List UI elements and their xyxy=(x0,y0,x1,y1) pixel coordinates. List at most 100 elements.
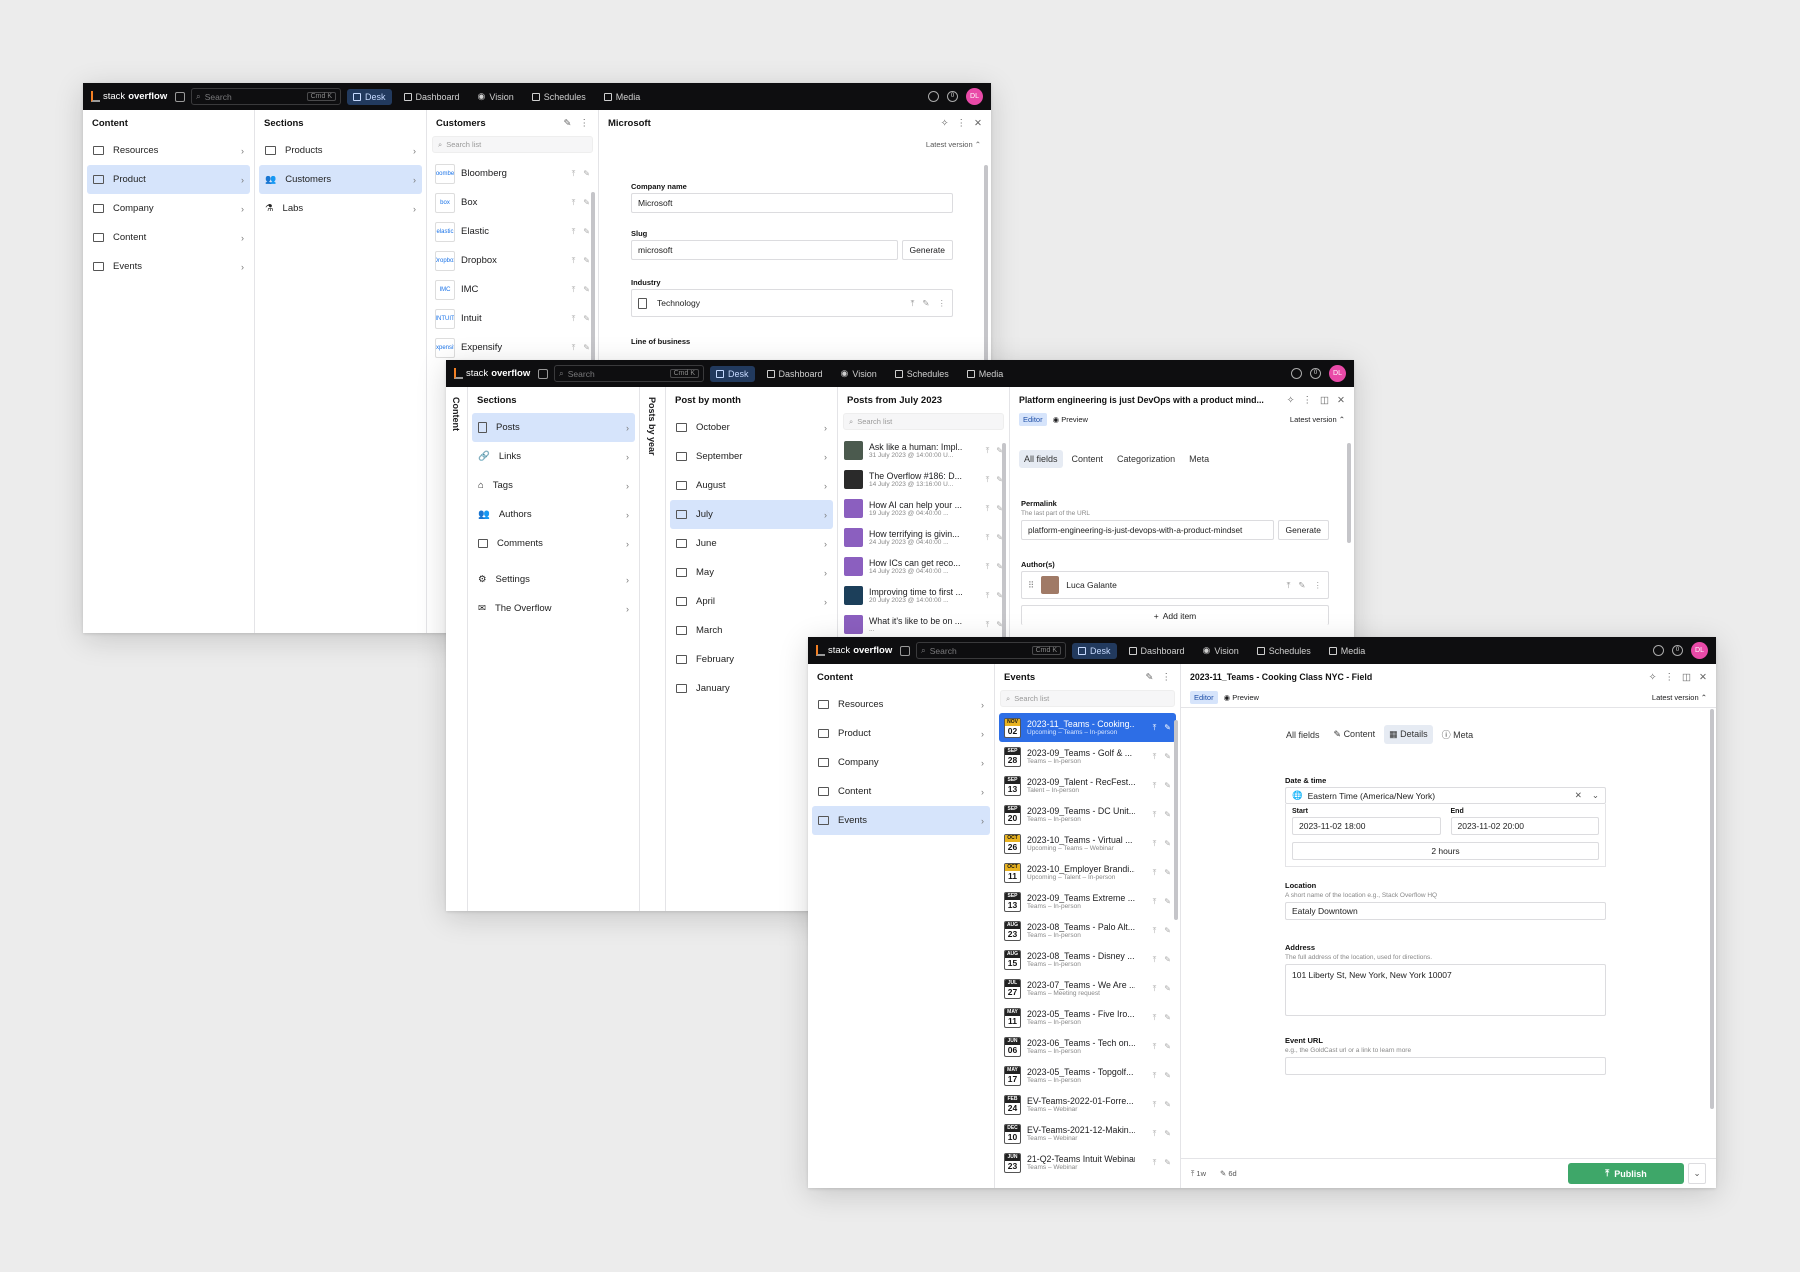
add-item-button[interactable]: + Add item xyxy=(1021,605,1329,625)
month-item[interactable]: August › xyxy=(670,471,833,500)
post-item[interactable]: How ICs can get reco... 14 July 2023 @ 04… xyxy=(838,552,1009,581)
nav-schedules[interactable]: Schedules xyxy=(526,89,592,105)
scrollbar[interactable] xyxy=(1347,443,1351,543)
tab-meta[interactable]: ⓘ Meta xyxy=(1437,724,1479,745)
event-item[interactable]: SEP 13 2023-09_Talent - RecFest... Talent –… xyxy=(999,771,1176,800)
post-item[interactable]: How AI can help your ... 19 July 2023 @ 0… xyxy=(838,494,1009,523)
tab-categorization[interactable]: Categorization xyxy=(1112,450,1180,468)
section-item-settings[interactable]: ⚙ Settings › xyxy=(472,565,635,594)
nav-vision[interactable]: ◉ Vision xyxy=(835,365,883,382)
section-item-the-overflow[interactable]: ✉ The Overflow › xyxy=(472,594,635,623)
year-collapsed[interactable]: Posts by year xyxy=(640,387,666,911)
publish-menu-button[interactable]: ⌄ xyxy=(1688,1163,1706,1184)
timezone-select[interactable]: 🌐 Eastern Time (America/New York) ✕ ⌄ xyxy=(1285,787,1606,804)
nav-vision[interactable]: ◉ Vision xyxy=(472,88,520,105)
post-item[interactable]: What it's like to be on ...... ⤒ ✎ xyxy=(838,610,1009,639)
compose-icon[interactable]: ✎ xyxy=(1146,672,1154,683)
search-list-input[interactable]: ⌕ Search list xyxy=(1000,690,1175,707)
post-item[interactable]: How terrifying is givin... 24 July 2023 @… xyxy=(838,523,1009,552)
help-icon[interactable] xyxy=(1291,368,1302,379)
preview-tab[interactable]: ◉ Preview xyxy=(1224,693,1259,702)
section-item-products[interactable]: Products › xyxy=(259,136,422,165)
nav-schedules[interactable]: Schedules xyxy=(889,366,955,382)
tab-all-fields[interactable]: All fields xyxy=(1019,450,1063,468)
scrollbar[interactable] xyxy=(1002,443,1006,643)
author-item[interactable]: ⠿ Luca Galante ⤒ ✎ ⋮ xyxy=(1021,571,1329,599)
sparkle-icon[interactable]: ✧ xyxy=(1649,672,1657,683)
event-item[interactable]: JUN 23 21-Q2-Teams Intuit Webinar Teams – W… xyxy=(999,1148,1176,1177)
customer-item[interactable]: elastic Elastic ⤒ ✎ xyxy=(427,217,598,246)
sparkle-icon[interactable]: ✧ xyxy=(941,118,949,129)
event-item[interactable]: SEP 20 2023-09_Teams - DC Unit... Teams – I… xyxy=(999,800,1176,829)
event-item[interactable]: SEP 13 2023-09_Teams Extreme ... Teams – In… xyxy=(999,887,1176,916)
nav-dashboard[interactable]: Dashboard xyxy=(398,89,466,105)
nav-desk[interactable]: Desk xyxy=(347,88,392,105)
start-datetime-input[interactable]: 2023-11-02 18:00 xyxy=(1292,817,1441,835)
published-status[interactable]: ⤒ 1w xyxy=(1191,1169,1206,1179)
logo[interactable]: stack overflow xyxy=(454,368,532,379)
more-icon[interactable]: ⋮ xyxy=(1665,672,1675,683)
scrollbar[interactable] xyxy=(1710,709,1714,1109)
split-icon[interactable]: ◫ xyxy=(1682,672,1691,683)
publish-button[interactable]: ⤒ Publish xyxy=(1568,1163,1684,1184)
scrollbar[interactable] xyxy=(1174,720,1178,920)
version-select[interactable]: Latest version ⌃ xyxy=(1652,693,1707,702)
search-input[interactable]: ⌕ Search Cmd K xyxy=(191,88,341,105)
event-item[interactable]: FEB 24 EV-Teams-2022-01-Forre... Teams – We… xyxy=(999,1090,1176,1119)
nav-media[interactable]: Media xyxy=(961,366,1010,382)
month-item[interactable]: May › xyxy=(670,558,833,587)
sparkle-icon[interactable]: ✧ xyxy=(1287,395,1295,406)
nav-schedules[interactable]: Schedules xyxy=(1251,643,1317,659)
more-icon[interactable]: ⋮ xyxy=(957,118,967,129)
more-icon[interactable]: ⋮ xyxy=(1314,580,1323,591)
avatar[interactable]: DL xyxy=(966,88,983,105)
content-item-content[interactable]: Content › xyxy=(812,777,990,806)
event-item[interactable]: NOV 02 2023-11_Teams - Cooking... Upcoming … xyxy=(999,713,1176,742)
search-input[interactable]: ⌕ Search Cmd K xyxy=(916,642,1066,659)
tab-details[interactable]: ▦ Details xyxy=(1384,725,1433,744)
month-item[interactable]: June › xyxy=(670,529,833,558)
help-icon[interactable] xyxy=(928,91,939,102)
location-input[interactable]: Eataly Downtown xyxy=(1285,902,1606,920)
content-item-events[interactable]: Events › xyxy=(87,252,250,281)
nav-media[interactable]: Media xyxy=(598,89,647,105)
customer-item[interactable]: Dropbox Dropbox ⤒ ✎ xyxy=(427,246,598,275)
split-icon[interactable]: ◫ xyxy=(1320,395,1329,406)
notification-icon[interactable]: 0 xyxy=(1310,368,1321,379)
section-item-authors[interactable]: 👥 Authors › xyxy=(472,500,635,529)
chevron-down-icon[interactable]: ⌄ xyxy=(1592,790,1599,801)
nav-desk[interactable]: Desk xyxy=(710,365,755,382)
search-list-input[interactable]: ⌕ Search list xyxy=(432,136,593,153)
notification-icon[interactable]: 0 xyxy=(947,91,958,102)
notification-icon[interactable]: 0 xyxy=(1672,645,1683,656)
tab-content[interactable]: ✎ Content xyxy=(1329,725,1381,744)
content-item-company[interactable]: Company › xyxy=(812,748,990,777)
section-item-links[interactable]: 🔗 Links › xyxy=(472,442,635,471)
tab-all-fields[interactable]: All fields xyxy=(1281,726,1325,744)
more-icon[interactable]: ⋮ xyxy=(1162,672,1172,683)
section-item-customers[interactable]: 👥 Customers › xyxy=(259,165,422,194)
section-item-comments[interactable]: Comments › xyxy=(472,529,635,558)
event-item[interactable]: MAY 11 2023-05_Teams - Five Iro... Teams – … xyxy=(999,1003,1176,1032)
compose-icon[interactable] xyxy=(175,91,185,102)
more-icon[interactable]: ⋮ xyxy=(580,118,590,129)
content-item-product[interactable]: Product › xyxy=(812,719,990,748)
event-url-input[interactable] xyxy=(1285,1057,1606,1075)
generate-button[interactable]: Generate xyxy=(1277,520,1329,540)
event-item[interactable]: JUN 06 2023-06_Teams - Tech on... Teams – I… xyxy=(999,1032,1176,1061)
event-item[interactable]: OCT 26 2023-10_Teams - Virtual ... Upcoming… xyxy=(999,829,1176,858)
post-item[interactable]: The Overflow #186: D... 14 July 2023 @ 13… xyxy=(838,465,1009,494)
clear-icon[interactable]: ✕ xyxy=(1575,790,1582,801)
more-icon[interactable]: ⋮ xyxy=(1303,395,1313,406)
compose-icon[interactable] xyxy=(900,645,910,656)
avatar[interactable]: DL xyxy=(1329,365,1346,382)
customer-item[interactable]: box Box ⤒ ✎ xyxy=(427,188,598,217)
content-item-events[interactable]: Events › xyxy=(812,806,990,835)
help-icon[interactable] xyxy=(1653,645,1664,656)
event-item[interactable]: AUG 15 2023-08_Teams - Disney ... Teams – I… xyxy=(999,945,1176,974)
section-item-labs[interactable]: ⚗ Labs › xyxy=(259,194,422,223)
address-textarea[interactable]: 101 Liberty St, New York, New York 10007 xyxy=(1285,964,1606,1016)
month-item[interactable]: October › xyxy=(670,413,833,442)
event-item[interactable]: SEP 28 2023-09_Teams - Golf & ... Teams – I… xyxy=(999,742,1176,771)
more-icon[interactable]: ⋮ xyxy=(938,298,947,309)
